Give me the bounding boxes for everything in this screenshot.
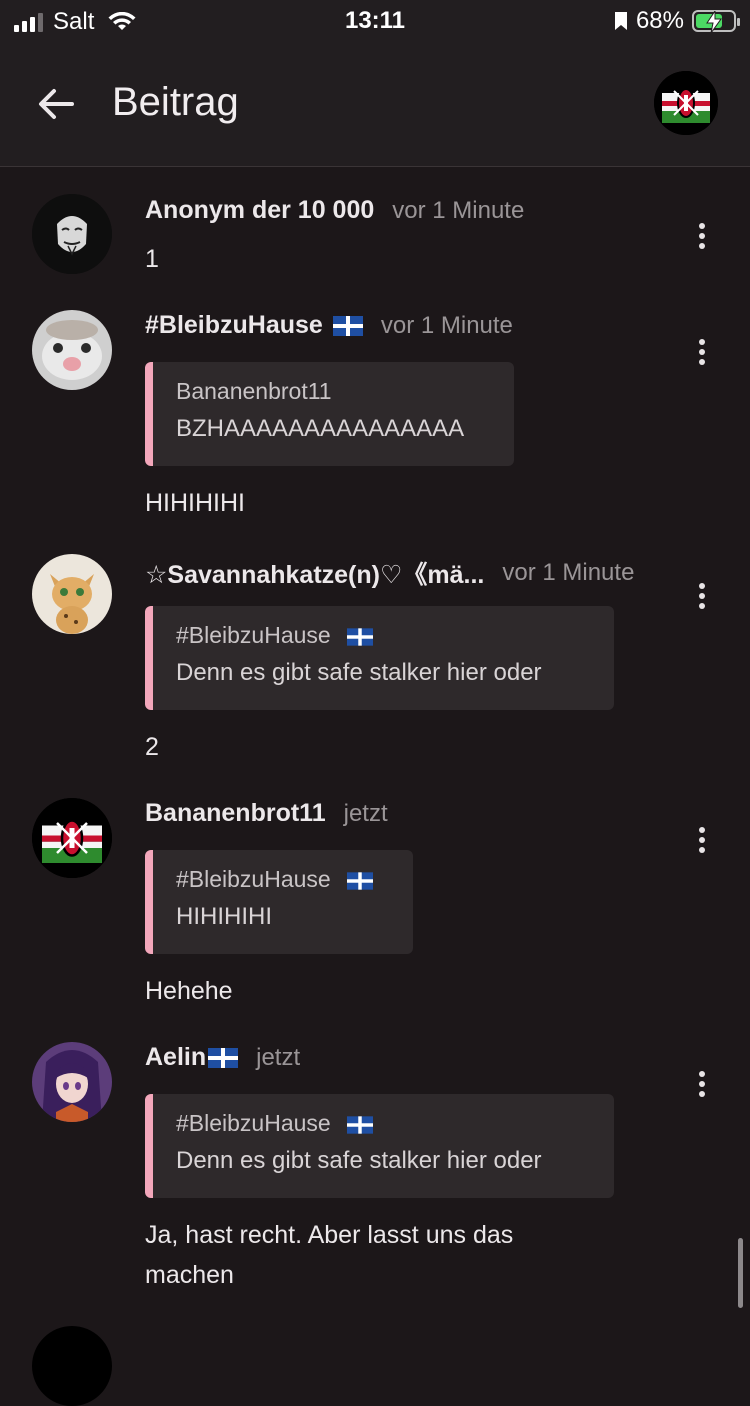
avatar[interactable]: [32, 310, 112, 390]
quoted-reply[interactable]: Bananenbrot11 BZHAAAAAAAAAAAAAAA: [145, 362, 514, 466]
quote-author-name: #BleibzuHause: [176, 1110, 331, 1136]
battery-percentage: 68%: [635, 7, 684, 34]
comment-text: 1: [145, 245, 159, 273]
avatar[interactable]: [32, 1042, 112, 1122]
quoted-reply[interactable]: #BleibzuHause HIHIHIHI: [145, 850, 413, 954]
comment-header: Anonym der 10 000 vor 1 Minute: [145, 196, 524, 225]
more-options-icon[interactable]: [690, 820, 714, 860]
quote-author-name: #BleibzuHause: [176, 866, 331, 892]
quoted-reply[interactable]: #BleibzuHause Denn es gibt safe stalker …: [145, 606, 614, 710]
comment-time: jetzt: [256, 1043, 301, 1071]
cat-illustration-icon: [32, 554, 112, 634]
comment-header: #BleibzuHause vor 1 Minute: [145, 311, 513, 340]
comment-time: jetzt: [343, 799, 388, 827]
kenya-flag-icon: [654, 71, 718, 135]
comment-header: Bananenbrot11 jetzt: [145, 799, 388, 828]
battery-icon: [692, 10, 740, 33]
more-options-icon[interactable]: [690, 332, 714, 372]
status-right: 68%: [614, 7, 740, 35]
avatar[interactable]: [32, 194, 112, 274]
quebec-flag-icon: [208, 1047, 239, 1068]
anonymous-mask-icon: [32, 194, 112, 274]
quote-author: #BleibzuHause: [176, 622, 614, 649]
status-bar: Salt 13:11 68%: [0, 0, 750, 44]
quote-text: Denn es gibt safe stalker hier oder: [176, 659, 542, 686]
quote-author: #BleibzuHause: [176, 1110, 614, 1137]
page-title: Beitrag: [112, 80, 239, 124]
quote-text: HIHIHIHI: [176, 903, 272, 930]
comment-time: vor 1 Minute: [502, 559, 635, 586]
avatar[interactable]: [32, 798, 112, 878]
quote-author-name: #BleibzuHause: [176, 622, 331, 648]
quebec-flag-icon: [347, 1116, 374, 1134]
quebec-flag-icon: [347, 872, 374, 890]
comment-author[interactable]: Bananenbrot11: [145, 799, 326, 828]
ferret-photo-icon: [32, 310, 112, 390]
scrollbar[interactable]: [738, 1238, 743, 1308]
comment-author[interactable]: #BleibzuHause: [145, 311, 323, 340]
more-options-icon[interactable]: [690, 576, 714, 616]
quote-author: Bananenbrot11: [176, 378, 332, 404]
app-header: Beitrag: [0, 44, 750, 167]
kenya-flag-icon: [32, 798, 112, 878]
comment-text: HIHIHIHI: [145, 489, 245, 517]
comment-time: vor 1 Minute: [380, 311, 513, 339]
profile-avatar[interactable]: [654, 71, 718, 135]
comment-author[interactable]: Anonym der 10 000: [145, 196, 374, 225]
comment-text: Hehehe: [145, 977, 233, 1005]
quoted-reply[interactable]: #BleibzuHause Denn es gibt safe stalker …: [145, 1094, 614, 1198]
back-arrow-icon[interactable]: [36, 84, 76, 124]
comment-text: Ja, hast recht. Aber lasst uns das mache…: [145, 1221, 514, 1289]
more-options-icon[interactable]: [690, 216, 714, 256]
bookmark-icon: [614, 12, 627, 30]
quote-text: BZHAAAAAAAAAAAAAAA: [176, 415, 465, 442]
comment-header: Aelin jetzt: [145, 1043, 300, 1072]
quebec-flag-icon: [332, 315, 363, 336]
avatar[interactable]: [32, 554, 112, 634]
comment-text: 2: [145, 733, 159, 761]
charging-bolt-icon: [706, 11, 722, 33]
comment-author[interactable]: ☆Savannahkatze(n)♡《mä...: [145, 555, 484, 591]
comment-author[interactable]: Aelin: [145, 1043, 206, 1072]
anime-girl-avatar-icon: [32, 1042, 112, 1122]
quebec-flag-icon: [347, 628, 374, 646]
avatar[interactable]: [32, 1326, 112, 1406]
quote-author: #BleibzuHause: [176, 866, 413, 893]
comment-time: vor 1 Minute: [392, 196, 525, 224]
more-options-icon[interactable]: [690, 1064, 714, 1104]
comment-header: ☆Savannahkatze(n)♡《mä... vor 1 Minute: [145, 555, 634, 591]
quote-text: Denn es gibt safe stalker hier oder: [176, 1147, 542, 1174]
